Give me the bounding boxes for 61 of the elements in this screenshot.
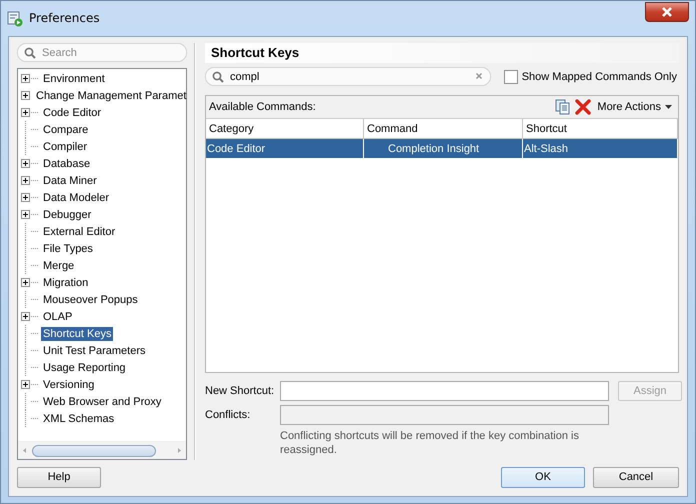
table-cell[interactable]: Code Editor [206, 139, 364, 158]
tree-item[interactable]: Change Management Paramet [34, 88, 188, 102]
window-title: Preferences [29, 11, 100, 25]
tree-item[interactable]: Unit Test Parameters [41, 344, 148, 358]
column-header[interactable]: Shortcut [523, 119, 678, 139]
preferences-icon [7, 11, 23, 27]
tree-item[interactable]: File Types [41, 242, 95, 256]
search-icon [212, 71, 224, 83]
tree-item[interactable]: Usage Reporting [41, 360, 128, 374]
copy-icon[interactable] [555, 99, 572, 115]
expand-icon[interactable] [21, 108, 30, 117]
available-commands-label: Available Commands: [209, 101, 316, 113]
help-button[interactable]: Help [17, 466, 101, 488]
table-cell[interactable]: Alt-Slash [523, 139, 678, 158]
delete-icon[interactable] [575, 99, 592, 115]
tree-item[interactable]: Compiler [41, 140, 90, 154]
column-header[interactable]: Category [206, 119, 364, 139]
tree-item[interactable]: Shortcut Keys [41, 326, 114, 340]
expand-icon[interactable] [21, 74, 30, 83]
tree-item[interactable]: Data Miner [41, 174, 99, 188]
search-icon [24, 47, 36, 59]
checkbox[interactable] [504, 70, 518, 84]
search-field[interactable]: Search [17, 43, 187, 62]
table-cell[interactable]: Completion Insight [364, 139, 523, 158]
expand-icon[interactable] [21, 312, 30, 321]
ok-button[interactable]: OK [501, 466, 585, 488]
tree-item[interactable]: Compare [41, 122, 90, 136]
expand-icon[interactable] [21, 278, 30, 287]
caret-icon [665, 105, 672, 109]
tree-item[interactable]: Database [41, 156, 92, 170]
more-actions-button[interactable]: More Actions [595, 101, 674, 113]
clear-icon[interactable] [475, 72, 483, 80]
expand-icon[interactable] [21, 159, 30, 168]
expand-icon[interactable] [21, 380, 30, 389]
expand-icon[interactable] [21, 176, 30, 185]
panel-title: Shortcut Keys [205, 43, 679, 63]
column-header[interactable]: Command [364, 119, 523, 139]
conflicts-note: Conflicting shortcuts will be removed if the key combination is reassigned. [280, 429, 580, 457]
close-icon [660, 6, 674, 18]
tree-item[interactable]: Merge [41, 258, 76, 272]
expand-icon[interactable] [21, 193, 30, 202]
tree-item[interactable]: XML Schemas [41, 412, 116, 426]
tree-item[interactable]: Code Editor [41, 106, 104, 120]
tree-item[interactable]: Environment [41, 72, 107, 86]
checkbox-label[interactable]: Show Mapped Commands Only [522, 70, 677, 82]
tree-item[interactable]: OLAP [41, 310, 74, 324]
new-shortcut-label: New Shortcut: [205, 385, 271, 397]
tree-item[interactable]: Versioning [41, 378, 96, 392]
new-shortcut-field[interactable] [280, 381, 609, 401]
tree-item[interactable]: Web Browser and Proxy [41, 394, 164, 408]
tree-item[interactable]: Mouseover Popups [41, 292, 140, 306]
tree-item[interactable]: Data Modeler [41, 190, 112, 204]
filter-field[interactable]: compl [205, 67, 491, 86]
tree-item[interactable]: External Editor [41, 224, 118, 238]
tree-item[interactable]: Migration [41, 276, 90, 290]
expand-icon[interactable] [21, 210, 30, 219]
conflicts-label: Conflicts: [205, 409, 252, 421]
expand-icon[interactable] [21, 91, 30, 100]
cancel-button[interactable]: Cancel [593, 466, 679, 488]
tree-item[interactable]: Debugger [41, 208, 94, 222]
close-button[interactable] [645, 2, 689, 22]
